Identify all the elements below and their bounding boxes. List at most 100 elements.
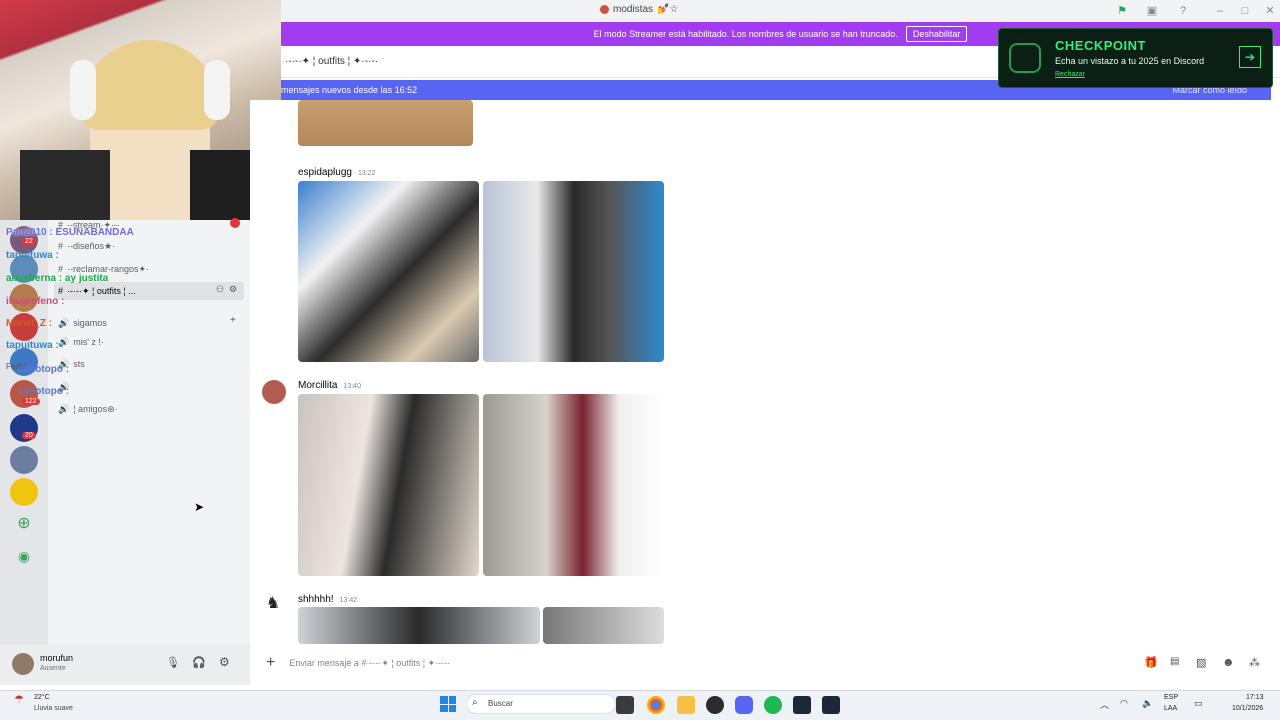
voice-channel-item[interactable]: 🔊 sigamos xyxy=(58,314,107,332)
server-icon xyxy=(600,5,609,14)
message-time: 13:22 xyxy=(357,170,376,177)
streamer-banner-text: El modo Streamer está habilitado. Los no… xyxy=(593,29,898,39)
channel-item[interactable]: # ·-diseños★· xyxy=(58,237,115,255)
hash-icon: # xyxy=(58,286,64,296)
emoji-icon[interactable]: ☻ xyxy=(1222,655,1235,669)
weather-desc: Lluvia suave xyxy=(34,705,73,712)
plus-icon[interactable]: + xyxy=(266,654,275,672)
weather-temp: 22°C xyxy=(34,694,50,701)
message-input[interactable]: Enviar mensaje a #·-·-·✦ ¦ outfits ¦ ✦·-… xyxy=(289,658,450,669)
language-indicator[interactable]: ESP xyxy=(1164,694,1178,701)
message-header: espidaplugg 13:22 xyxy=(298,167,375,178)
inbox-icon[interactable]: ▣ xyxy=(1144,3,1160,19)
channel-label: sts xyxy=(73,359,85,369)
chat-overlay-line: tapuituwa : xyxy=(6,250,59,261)
avatar[interactable] xyxy=(12,653,34,675)
voice-channel-item[interactable]: 🔊 mis' z !· xyxy=(58,333,104,351)
image-attachment[interactable] xyxy=(298,100,473,146)
discord-icon[interactable] xyxy=(735,696,753,714)
message-time: 13:42 xyxy=(339,597,358,604)
user-status: Ausente xyxy=(40,665,66,672)
explore-icon[interactable]: ◉ xyxy=(14,546,34,566)
steam-icon-2[interactable] xyxy=(822,696,840,714)
windows-start-icon[interactable] xyxy=(440,696,456,712)
channel-label: ¦ amigos⊛· xyxy=(73,403,118,414)
add-icon[interactable]: + xyxy=(230,315,236,326)
username: morufun xyxy=(40,653,74,663)
sticker-icon[interactable]: ▧ xyxy=(1196,656,1206,669)
language-variant: LAA xyxy=(1164,705,1178,712)
wifi-icon[interactable]: ◠ xyxy=(1120,698,1128,709)
minimize-icon[interactable]: – xyxy=(1212,3,1228,19)
image-attachment[interactable] xyxy=(298,394,479,576)
channel-label: ·-·-·✦ ¦ outfits ¦ ... xyxy=(67,285,136,296)
channel-label: mis' z !· xyxy=(73,337,104,347)
help-icon[interactable]: ? xyxy=(1175,3,1191,19)
checkpoint-promo[interactable]: CHECKPOINT Echa un vistazo a tu 2025 en … xyxy=(998,28,1273,88)
user-panel xyxy=(0,645,250,685)
checkpoint-dismiss[interactable]: Rechazar xyxy=(1055,71,1085,78)
channel-label: ·-diseños★· xyxy=(67,240,116,251)
gear-icon[interactable]: ⚙ xyxy=(229,284,237,295)
close-icon[interactable]: ✕ xyxy=(1262,3,1278,19)
invite-icon[interactable]: ⚇ xyxy=(216,284,224,295)
webcam-overlay xyxy=(0,0,281,220)
headphones-icon[interactable]: 🎧 xyxy=(192,656,206,669)
avatar[interactable]: ♞ xyxy=(262,593,284,615)
message-header: Morcillita 13:40 xyxy=(298,380,361,391)
image-attachment[interactable] xyxy=(483,181,664,362)
avatar[interactable] xyxy=(262,380,286,404)
channel-title: ·-·-·✦ ¦ outfits ¦ ✦·-·-· xyxy=(285,56,379,67)
gift-icon[interactable]: 🎁 xyxy=(1144,656,1158,669)
search-icon: ⌕ xyxy=(472,697,478,708)
arrow-right-icon[interactable]: ➔ xyxy=(1239,46,1261,68)
server-icon-9[interactable] xyxy=(10,478,38,506)
mention-badge xyxy=(230,218,240,228)
volume-icon[interactable]: 🔈 xyxy=(1142,698,1153,709)
maximize-icon[interactable]: □ xyxy=(1237,3,1253,19)
message-author[interactable]: espidaplugg xyxy=(298,167,352,178)
apps-icon[interactable]: ⁂ xyxy=(1249,656,1260,669)
channel-label: sigamos xyxy=(73,318,107,328)
chat-overlay-line: Manel_Z : xyxy=(6,318,53,329)
chat-overlay-line: Pan2010 : ESUNABANDAA xyxy=(6,227,134,238)
message-author[interactable]: Morcillita xyxy=(298,380,337,391)
add-server-icon[interactable]: ⊕ xyxy=(14,514,34,534)
gif-icon[interactable]: ▤ xyxy=(1170,656,1179,667)
chrome-icon[interactable] xyxy=(647,696,665,714)
settings-icon[interactable]: ⚙ xyxy=(219,655,230,669)
message-header: shhhhh! 13:42 xyxy=(298,594,357,605)
clock-date[interactable]: 10/1/2026 xyxy=(1232,705,1263,712)
weather-icon: ☂ xyxy=(14,694,24,706)
speaker-icon: 🔊 xyxy=(58,403,70,414)
microphone-icon[interactable]: 🎙 xyxy=(166,656,180,669)
image-attachment[interactable] xyxy=(298,607,540,644)
speaker-icon: 🔊 xyxy=(58,317,70,328)
clock-time[interactable]: 17:13 xyxy=(1246,694,1264,701)
disable-streamer-button[interactable]: Deshabilitar xyxy=(905,26,968,42)
spotify-icon[interactable] xyxy=(764,696,782,714)
taskbar xyxy=(0,690,1280,720)
message-time: 13:40 xyxy=(343,383,361,390)
voice-channel-item[interactable]: 🔊 ¦ amigos⊛· xyxy=(58,400,118,418)
chevron-up-icon[interactable]: ︿ xyxy=(1100,698,1109,711)
obs-icon[interactable] xyxy=(706,696,724,714)
channel-item-active[interactable]: # ·-·-·✦ ¦ outfits ¦ ... xyxy=(58,282,136,300)
flag-icon[interactable]: ⚑ xyxy=(1114,3,1130,19)
window-title-text: modistas xyxy=(613,4,654,15)
image-attachment[interactable] xyxy=(543,607,664,644)
discord-logo-icon xyxy=(1009,43,1041,73)
search-label: Buscar xyxy=(488,699,513,708)
chat-overlay-line: ciinotopo : xyxy=(18,386,70,397)
steam-icon[interactable] xyxy=(793,696,811,714)
message-composer[interactable]: + Enviar mensaje a #·-·-·✦ ¦ outfits ¦ ✦… xyxy=(260,650,1270,676)
image-attachment[interactable] xyxy=(483,394,664,576)
server-icon-8[interactable] xyxy=(10,446,38,474)
folder-icon[interactable] xyxy=(677,696,695,714)
badge: 122 xyxy=(22,398,40,405)
files-icon[interactable] xyxy=(616,696,634,714)
monitor-icon[interactable]: ▭ xyxy=(1194,698,1203,709)
streamer-hair xyxy=(80,40,220,130)
image-attachment[interactable] xyxy=(298,181,479,362)
message-author[interactable]: shhhhh! xyxy=(298,594,334,605)
